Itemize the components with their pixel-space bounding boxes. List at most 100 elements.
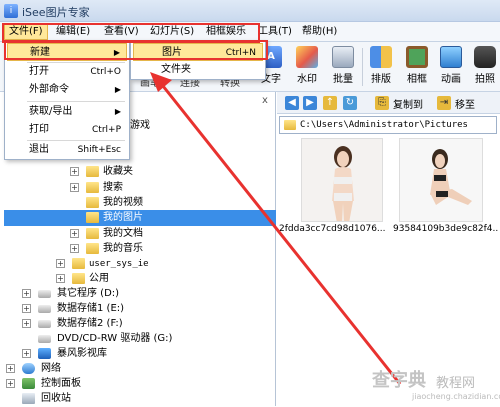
- window-title: iSee图片专家: [22, 6, 90, 19]
- menu-item-open[interactable]: 打开 Ctrl+O: [7, 63, 127, 81]
- menu-item-label: 文件夹: [161, 64, 191, 75]
- frame-button[interactable]: 相框: [400, 46, 434, 88]
- tree-item-drive-g[interactable]: DVD/CD-RW 驱动器 (G:): [22, 331, 272, 347]
- menu-file[interactable]: 文件(F): [4, 24, 48, 40]
- menu-item-print[interactable]: 打印 Ctrl+P: [7, 121, 127, 139]
- expand-icon[interactable]: +: [70, 167, 79, 176]
- tree-item-recycle-bin[interactable]: 回收站: [6, 391, 272, 407]
- tree-item-label: DVD/CD-RW 驱动器 (G:): [57, 333, 173, 344]
- camera-label: 拍照: [475, 74, 495, 85]
- tree-item-drive-f[interactable]: + 数据存储2 (F:): [22, 316, 272, 332]
- expand-icon[interactable]: +: [22, 319, 31, 328]
- tree-item-favorites[interactable]: + 收藏夹: [70, 164, 270, 180]
- tree-item-network[interactable]: + 网络: [6, 361, 272, 377]
- drive-icon: [38, 320, 51, 328]
- frame-label: 相框: [407, 74, 427, 85]
- move-to-button[interactable]: 移至: [455, 96, 475, 111]
- search-folder-icon: [86, 182, 99, 193]
- tree-item-public[interactable]: + 公用: [56, 271, 266, 287]
- watermark-logo: 查字典: [372, 370, 426, 391]
- close-icon[interactable]: x: [262, 95, 268, 106]
- camera-button[interactable]: 拍照: [468, 46, 500, 88]
- browser-nav-bar: ◀ ▶ ↑ ↻ ⎘ 复制到 ⇥ 移至: [277, 92, 500, 114]
- watermark-button[interactable]: 水印: [290, 46, 324, 88]
- tree-item-pictures[interactable]: 我的图片: [4, 210, 276, 226]
- animation-label: 动画: [441, 74, 461, 85]
- tree-item-videos[interactable]: 我的视频: [86, 195, 266, 211]
- drive-icon: [38, 305, 51, 313]
- menu-item-label: 打印: [29, 124, 49, 135]
- menu-item-shortcut: Ctrl+N: [225, 48, 256, 58]
- folder-icon: [72, 258, 85, 269]
- menu-tools[interactable]: 工具(T): [254, 24, 296, 40]
- menu-item-acquire-export[interactable]: 获取/导出 ▶: [7, 103, 127, 121]
- menu-item-label: 图片: [162, 47, 182, 58]
- menu-edit[interactable]: 编辑(E): [52, 24, 94, 40]
- expand-icon[interactable]: +: [70, 244, 79, 253]
- menu-item-exit[interactable]: 退出 Shift+Esc: [7, 141, 127, 159]
- tree-item-label: 公用: [89, 273, 109, 284]
- expand-icon[interactable]: +: [70, 183, 79, 192]
- watermark-icon: [296, 46, 318, 68]
- animation-icon: [440, 46, 462, 68]
- menu-item-label: 打开: [29, 66, 49, 77]
- menu-item-new[interactable]: 新建 ▶: [7, 43, 127, 61]
- menu-frames[interactable]: 相框娱乐: [202, 24, 250, 40]
- address-bar[interactable]: C:\Users\Administrator\Pictures: [279, 116, 497, 134]
- menu-help[interactable]: 帮助(H): [298, 24, 341, 40]
- expand-icon[interactable]: +: [70, 229, 79, 238]
- copy-to-button[interactable]: 复制到: [393, 96, 423, 111]
- layout-label: 排版: [371, 74, 391, 85]
- menu-item-label: 退出: [29, 144, 49, 155]
- menu-slideshow[interactable]: 幻灯片(S): [146, 24, 198, 40]
- forward-arrow-icon[interactable]: ▶: [303, 96, 317, 110]
- submenu-arrow-icon: ▶: [114, 107, 121, 116]
- expand-icon[interactable]: +: [22, 289, 31, 298]
- expand-icon[interactable]: +: [6, 379, 15, 388]
- tree-item-label: 数据存储1 (E:): [57, 303, 125, 314]
- drive-icon: [38, 290, 51, 298]
- tree-item-user-sys-ie[interactable]: + user_sys_ie: [56, 256, 266, 272]
- refresh-icon[interactable]: ↻: [343, 96, 357, 110]
- tree-item-drive-d[interactable]: + 其它程序 (D:): [22, 286, 272, 302]
- layout-icon: [370, 46, 392, 68]
- watermark-url: jiaocheng.chazidian.com: [412, 392, 500, 401]
- expand-icon[interactable]: +: [22, 304, 31, 313]
- folder-icon: [284, 120, 296, 130]
- app-icon: i: [4, 4, 18, 18]
- expand-icon[interactable]: +: [56, 259, 65, 268]
- submenu-item-image[interactable]: 图片 Ctrl+N: [133, 43, 263, 61]
- tree-item-baofeng[interactable]: + 暴风影视库: [22, 346, 272, 362]
- video-folder-icon: [86, 197, 99, 208]
- tree-item-control-panel[interactable]: + 控制面板: [6, 376, 272, 392]
- menu-view[interactable]: 查看(V): [100, 24, 143, 40]
- tree-item-search[interactable]: + 搜索: [70, 180, 270, 196]
- tree-item-label: 我的音乐: [103, 243, 143, 254]
- thumbnail-2[interactable]: [399, 138, 483, 222]
- layout-button[interactable]: 排版: [364, 46, 398, 88]
- photo-thumbnail-image: [400, 139, 482, 221]
- tree-item-documents[interactable]: + 我的文档: [70, 226, 270, 242]
- tree-item-label: 回收站: [41, 393, 71, 404]
- expand-icon[interactable]: +: [22, 349, 31, 358]
- batch-button[interactable]: 批量: [326, 46, 360, 88]
- optical-drive-icon: [38, 335, 51, 343]
- submenu-item-folder[interactable]: 文件夹: [133, 61, 263, 79]
- expand-icon[interactable]: +: [6, 364, 15, 373]
- tree-item-label: 搜索: [103, 182, 123, 193]
- thumbnail-1[interactable]: [301, 138, 383, 222]
- menu-item-external-command[interactable]: 外部命令 ▶: [7, 81, 127, 99]
- tree-item-music[interactable]: + 我的音乐: [70, 241, 270, 257]
- back-arrow-icon[interactable]: ◀: [285, 96, 299, 110]
- tree-item-label: 暴风影视库: [57, 348, 107, 359]
- watermark-site: 教程网: [436, 376, 476, 391]
- control-panel-icon: [22, 378, 35, 389]
- star-folder-icon: [86, 166, 99, 177]
- expand-icon[interactable]: +: [56, 274, 65, 283]
- tree-item-drive-e[interactable]: + 数据存储1 (E:): [22, 301, 272, 317]
- up-folder-icon[interactable]: ↑: [323, 96, 337, 110]
- menu-item-shortcut: Ctrl+P: [92, 125, 121, 135]
- submenu-arrow-icon: ▶: [114, 85, 121, 94]
- tree-item-label: 网络: [41, 363, 61, 374]
- animation-button[interactable]: 动画: [434, 46, 468, 88]
